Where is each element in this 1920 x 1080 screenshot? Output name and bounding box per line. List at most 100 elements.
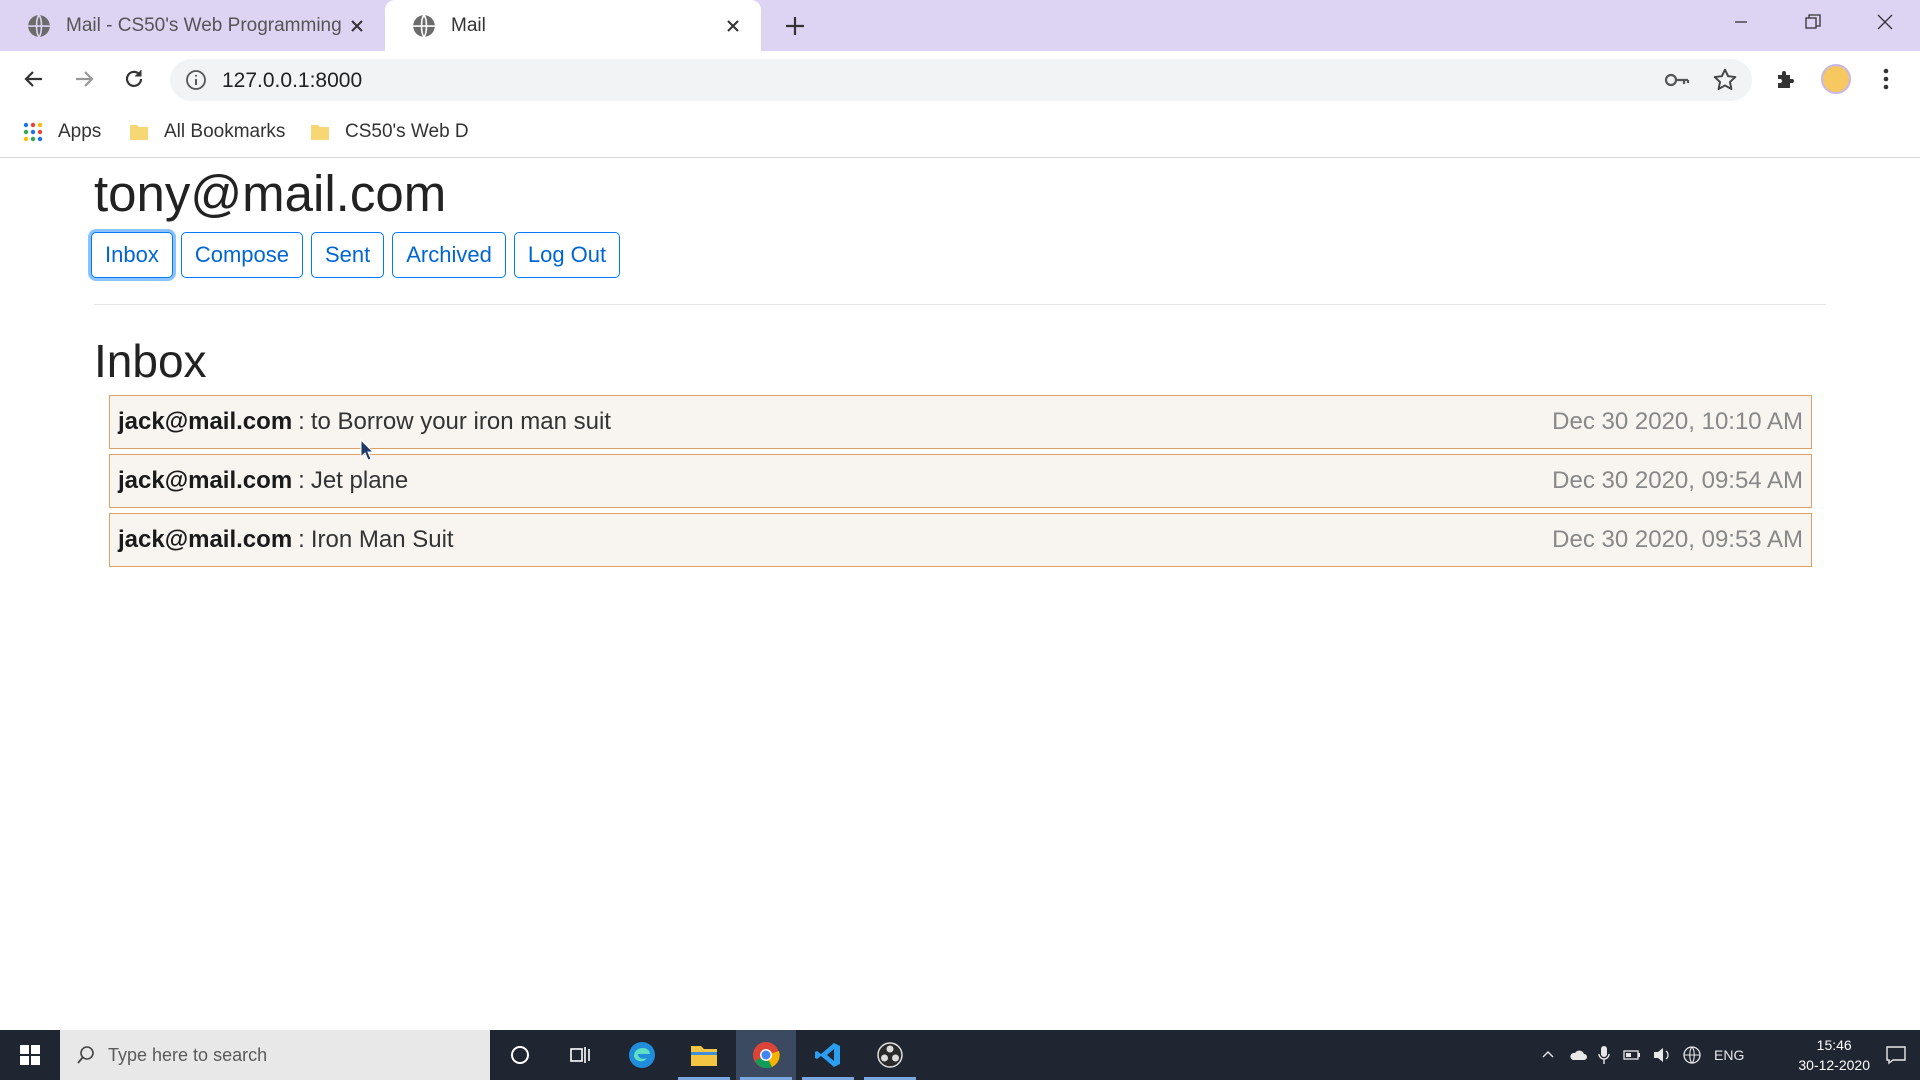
close-tab-icon[interactable] <box>345 14 369 38</box>
edge-app-icon[interactable] <box>612 1030 672 1080</box>
bookmark-apps[interactable]: Apps <box>22 117 101 147</box>
minimize-button[interactable] <box>1706 0 1776 44</box>
mouse-cursor-icon <box>360 439 374 461</box>
page-content: tony@mail.com Inbox Compose Sent Archive… <box>0 158 1920 1030</box>
tab-title: Mail - CS50's Web Programming <box>66 14 342 36</box>
arrow-right-icon <box>76 71 94 87</box>
action-center-button[interactable] <box>1872 1030 1920 1080</box>
url-text[interactable]: 127.0.0.1:8000 <box>222 69 362 93</box>
cortana-circle-icon <box>511 1046 529 1064</box>
tab-mail-cs50[interactable]: Mail - CS50's Web Programming <box>0 0 385 51</box>
apps-grid-icon <box>23 122 43 142</box>
file-explorer-app-icon[interactable] <box>674 1030 734 1080</box>
chrome-icon <box>753 1042 780 1069</box>
network-globe-icon[interactable] <box>1682 1045 1702 1065</box>
taskbar-clock[interactable]: 15:46 30-12-2020 <box>1798 1035 1870 1075</box>
microphone-icon[interactable] <box>1598 1045 1610 1065</box>
taskbar-search-box[interactable]: Type here to search <box>60 1030 490 1080</box>
chrome-app-icon[interactable] <box>736 1030 796 1080</box>
bookmarks-bar: Apps All Bookmarks CS50's Web D <box>0 107 1920 158</box>
onedrive-cloud-icon[interactable] <box>1568 1047 1588 1063</box>
notification-icon <box>1886 1046 1906 1065</box>
email-separator: : <box>298 526 305 553</box>
email-separator: : <box>298 467 305 494</box>
email-subject: Jet plane <box>310 467 409 494</box>
search-icon <box>77 1046 94 1064</box>
user-email-heading: tony@mail.com <box>94 165 447 222</box>
volume-icon[interactable] <box>1652 1046 1672 1064</box>
email-sender: jack@mail.com <box>118 467 293 494</box>
email-sender: jack@mail.com <box>118 526 293 553</box>
restore-button[interactable] <box>1778 0 1848 44</box>
globe-icon <box>413 14 435 37</box>
language-indicator[interactable]: ENG <box>1714 1047 1744 1063</box>
chevron-up-icon[interactable] <box>1540 1047 1556 1063</box>
email-timestamp: Dec 30 2020, 10:10 AM <box>1552 408 1803 435</box>
more-vertical-icon <box>1883 68 1889 90</box>
system-tray: ENG <box>1540 1030 1744 1080</box>
profile-button[interactable] <box>1820 63 1852 95</box>
archived-button[interactable]: Archived <box>392 232 506 278</box>
task-view-button[interactable] <box>550 1030 610 1080</box>
close-tab-icon[interactable] <box>721 14 745 38</box>
search-placeholder: Type here to search <box>108 1044 268 1065</box>
bookmark-label: All Bookmarks <box>164 121 286 142</box>
back-button[interactable] <box>16 61 52 97</box>
windows-logo-icon <box>20 1045 40 1065</box>
start-button[interactable] <box>0 1030 60 1080</box>
minimize-icon <box>1735 21 1747 23</box>
vscode-app-icon[interactable] <box>798 1030 858 1080</box>
mailbox-title: Inbox <box>94 335 207 387</box>
bookmark-star-icon[interactable] <box>1712 67 1738 93</box>
email-list: jack@mail.com : to Borrow your iron man … <box>109 395 1812 572</box>
email-timestamp: Dec 30 2020, 09:53 AM <box>1552 526 1803 553</box>
browser-menu-button[interactable] <box>1870 63 1902 95</box>
logout-button[interactable]: Log Out <box>513 232 621 278</box>
email-subject: to Borrow your iron man suit <box>310 408 611 435</box>
folder-icon <box>311 125 329 140</box>
folder-icon <box>691 1046 717 1066</box>
tab-mail[interactable]: Mail <box>385 0 761 51</box>
address-bar[interactable]: 127.0.0.1:8000 <box>170 59 1752 101</box>
windows-taskbar: Type here to search ENG 15:46 30-12-2020 <box>0 1030 1920 1080</box>
tab-title: Mail <box>451 14 486 36</box>
sent-button[interactable]: Sent <box>310 232 385 278</box>
reload-icon <box>125 70 143 87</box>
email-row[interactable]: jack@mail.com : Iron Man Suit Dec 30 202… <box>109 513 1812 567</box>
bookmark-cs50-web[interactable]: CS50's Web D <box>309 117 469 147</box>
key-icon[interactable] <box>1664 68 1690 92</box>
compose-button[interactable]: Compose <box>180 232 303 278</box>
email-separator: : <box>298 408 305 435</box>
task-view-icon <box>570 1047 590 1063</box>
inbox-button[interactable]: Inbox <box>91 232 173 278</box>
bookmark-all-bookmarks[interactable]: All Bookmarks <box>128 117 285 147</box>
email-sender: jack@mail.com <box>118 408 293 435</box>
puzzle-icon <box>1778 71 1794 88</box>
email-row[interactable]: jack@mail.com : Jet plane Dec 30 2020, 0… <box>109 454 1812 508</box>
clock-date: 30-12-2020 <box>1798 1057 1870 1073</box>
close-icon <box>1877 14 1893 30</box>
info-icon[interactable] <box>184 68 208 92</box>
email-timestamp: Dec 30 2020, 09:54 AM <box>1552 467 1803 494</box>
clock-time: 15:46 <box>1816 1037 1852 1053</box>
mailbox-nav: Inbox Compose Sent Archived Log Out <box>91 232 621 278</box>
restore-icon <box>1805 14 1821 29</box>
avatar <box>1821 64 1851 94</box>
close-window-button[interactable] <box>1850 0 1920 44</box>
obs-app-icon[interactable] <box>860 1030 920 1080</box>
browser-toolbar: 127.0.0.1:8000 <box>0 51 1920 107</box>
plus-icon <box>786 17 804 35</box>
forward-button[interactable] <box>66 61 102 97</box>
battery-icon[interactable] <box>1622 1047 1642 1063</box>
extensions-button[interactable] <box>1770 63 1802 95</box>
globe-icon <box>28 14 50 37</box>
edge-browser-icon <box>629 1042 655 1068</box>
cortana-button[interactable] <box>490 1030 550 1080</box>
folder-icon <box>130 125 148 140</box>
new-tab-button[interactable] <box>775 6 815 46</box>
reload-button[interactable] <box>116 61 152 97</box>
bookmark-label: Apps <box>58 121 102 142</box>
divider <box>94 304 1826 305</box>
arrow-left-icon <box>24 71 42 87</box>
email-subject: Iron Man Suit <box>310 526 454 553</box>
